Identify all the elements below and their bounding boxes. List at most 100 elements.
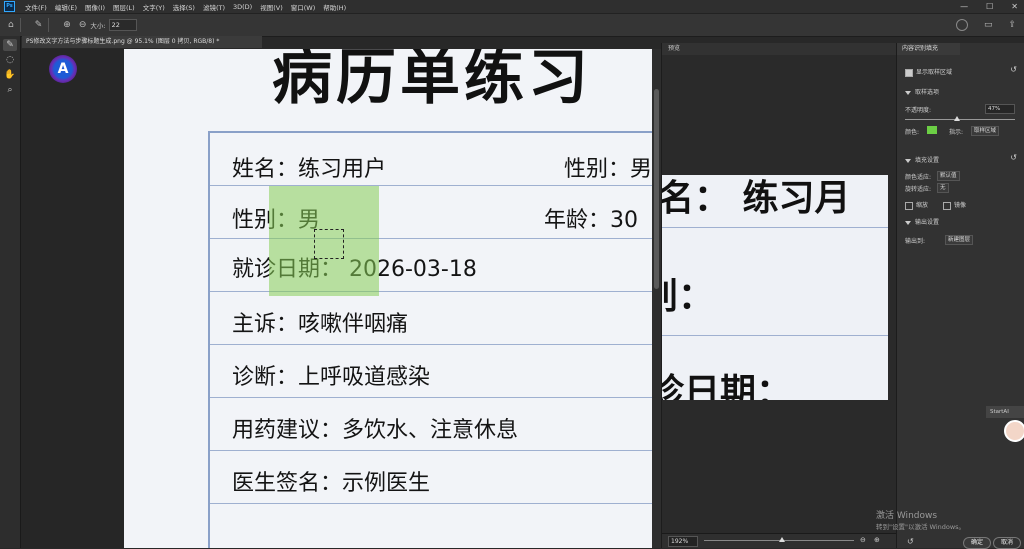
home-icon[interactable]: ⌂ <box>8 20 14 30</box>
table-row: 医生签名：示例医生 <box>210 451 661 504</box>
menu-type[interactable]: 文字(Y) <box>139 2 169 12</box>
zoom-input[interactable]: 192% <box>668 536 698 547</box>
zoom-slider[interactable] <box>704 537 854 542</box>
color-label: 颜色: <box>905 129 920 136</box>
field-gender-top: 性别：男 <box>564 157 653 182</box>
opacity-slider-knob[interactable] <box>953 116 960 121</box>
share-icon[interactable]: ⇪ <box>1008 20 1016 30</box>
size-input[interactable]: 22 <box>108 19 137 31</box>
zoom-out-icon[interactable]: ⊖ <box>860 536 866 544</box>
menu-edit[interactable]: 编辑(E) <box>51 2 81 12</box>
menu-layer[interactable]: 图层(L) <box>109 2 139 12</box>
fill-settings-section[interactable]: 填充设置 <box>905 155 939 164</box>
divider <box>19 18 21 32</box>
lasso-brush-icon[interactable]: ✎ <box>35 20 43 30</box>
menu-filter[interactable]: 滤镜(T) <box>199 2 229 12</box>
subtract-mode-icon[interactable]: ⊖ <box>79 20 87 30</box>
menu-select[interactable]: 选择(S) <box>169 2 199 12</box>
indicates-select[interactable]: 取样区域 <box>971 126 1000 136</box>
indicates-label: 指示: <box>949 129 964 136</box>
vertical-scrollbar[interactable] <box>652 49 661 548</box>
preview-image[interactable]: 名： 练习月 别： 诊日期： <box>662 175 888 400</box>
rotation-adapt-select[interactable]: 无 <box>937 183 949 193</box>
reset-icon[interactable]: ↺ <box>1010 153 1017 162</box>
selection-marquee[interactable] <box>314 229 344 259</box>
scale-checkbox[interactable] <box>905 201 913 210</box>
opacity-input[interactable]: 47% <box>985 104 1015 114</box>
workspace-icon[interactable]: ▭ <box>984 20 993 30</box>
color-adapt-label: 颜色适应: <box>905 174 932 181</box>
chevron-down-icon <box>905 220 911 225</box>
sampling-options-section[interactable]: 取样选项 <box>905 87 939 96</box>
tools-panel: ✎ ◌ ✋ ⌕ <box>0 36 21 548</box>
menu-3d[interactable]: 3D(D) <box>229 3 256 11</box>
scrollbar-thumb[interactable] <box>654 89 659 289</box>
color-adapt-select[interactable]: 默认值 <box>937 171 960 181</box>
zoom-tool-icon[interactable]: ⌕ <box>3 84 17 96</box>
field-advice: 用药建议：多饮水、注意休息 <box>232 418 519 443</box>
preview-text: 诊日期： <box>662 371 793 400</box>
output-settings-label: 输出设置 <box>915 219 940 226</box>
opacity-slider[interactable] <box>905 116 1015 121</box>
show-sampling-label: 显示取样区域 <box>916 69 953 76</box>
add-mode-icon[interactable]: ⊕ <box>63 20 71 30</box>
brush-tool-icon[interactable]: ✎ <box>3 39 17 51</box>
table-row: 主诉：咳嗽伴咽痛 <box>210 292 661 345</box>
windows-activation-hint: 转到"设置"以激活 Windows。 <box>876 523 966 531</box>
menu-bar: Ps 文件(F) 编辑(E) 图像(I) 图层(L) 文字(Y) 选择(S) 滤… <box>0 0 1024 13</box>
zoom-slider-knob[interactable] <box>779 537 785 542</box>
menu-file[interactable]: 文件(F) <box>21 2 51 12</box>
minimize-button[interactable]: — <box>960 0 968 13</box>
cancel-button[interactable]: 取消 <box>993 537 1021 549</box>
close-button[interactable]: ✕ <box>1011 0 1018 13</box>
startai-logo-icon[interactable]: A <box>49 55 77 83</box>
document-title: 病历单练习 <box>272 49 592 113</box>
divider <box>48 18 50 32</box>
field-complaint: 主诉：咳嗽伴咽痛 <box>232 312 409 337</box>
menu-view[interactable]: 视图(V) <box>256 2 287 12</box>
show-sampling-checkbox[interactable] <box>905 68 913 77</box>
mirror-label: 镜像 <box>954 202 967 209</box>
document-tab[interactable]: PS修改文字方法与步骤标题生成.png @ 95.1% (图层 0 拷贝, RG… <box>22 36 262 48</box>
field-age: 年龄：30 <box>544 208 638 233</box>
mirror-row[interactable]: 镜像 <box>943 200 966 210</box>
search-icon[interactable] <box>955 19 968 31</box>
scale-label: 缩放 <box>916 202 929 209</box>
options-bar: ⌂ ✎ ⊕ ⊖ 大小: 22 ▭ ⇪ <box>0 13 1024 37</box>
assistant-avatar[interactable] <box>1004 420 1024 442</box>
preview-header: 预览 <box>662 43 896 55</box>
fill-settings-label: 填充设置 <box>915 157 940 164</box>
preview-footer: 192% ⊖ ⊕ <box>662 533 896 548</box>
output-to-select[interactable]: 新建图层 <box>945 235 974 245</box>
output-settings-section[interactable]: 输出设置 <box>905 217 939 226</box>
menu-help[interactable]: 帮助(H) <box>319 2 350 12</box>
preview-panel: 预览 名： 练习月 别： 诊日期： 192% ⊖ ⊕ <box>661 43 896 548</box>
rotation-adapt-label: 旋转适应: <box>905 186 932 193</box>
menu-image[interactable]: 图像(I) <box>81 2 109 12</box>
canvas-area[interactable]: A 病历单练习 姓名：练习用户 性别：男 性别：男 年龄：30 就诊日期： 20… <box>21 49 661 548</box>
hand-tool-icon[interactable]: ✋ <box>3 69 17 81</box>
field-diagnosis: 诊断：上呼吸道感染 <box>232 365 431 390</box>
ok-button[interactable]: 确定 <box>963 537 991 549</box>
show-sampling-row[interactable]: 显示取样区域 <box>905 67 952 77</box>
mirror-checkbox[interactable] <box>943 201 951 210</box>
opacity-label: 不透明度: <box>905 107 932 114</box>
field-doctor: 医生签名：示例医生 <box>232 471 431 496</box>
table-row: 姓名：练习用户 性别：男 <box>210 133 661 186</box>
size-label: 大小: <box>90 22 106 30</box>
content-aware-fill-panel: 内容识别填充 显示取样区域 ↺ 取样选项 不透明度: 47% 颜色: 指示: 取… <box>896 43 1024 549</box>
color-swatch[interactable] <box>927 126 937 134</box>
windows-activation-watermark: 激活 Windows <box>876 511 938 521</box>
preview-text: 别： <box>662 275 715 317</box>
table-row: 用药建议：多饮水、注意休息 <box>210 398 661 451</box>
scale-row[interactable]: 缩放 <box>905 200 928 210</box>
lasso-tool-icon[interactable]: ◌ <box>3 54 17 66</box>
tab-content-aware-fill[interactable]: 内容识别填充 <box>897 43 960 55</box>
menu-window[interactable]: 窗口(W) <box>287 2 320 12</box>
preview-divider <box>662 227 888 228</box>
maximize-button[interactable]: ☐ <box>986 0 993 13</box>
document-image[interactable]: 病历单练习 姓名：练习用户 性别：男 性别：男 年龄：30 就诊日期： 2026… <box>124 49 661 548</box>
reset-icon[interactable]: ↺ <box>1010 65 1017 74</box>
startai-tab[interactable]: StartAI <box>986 406 1024 418</box>
zoom-in-icon[interactable]: ⊕ <box>874 536 880 544</box>
